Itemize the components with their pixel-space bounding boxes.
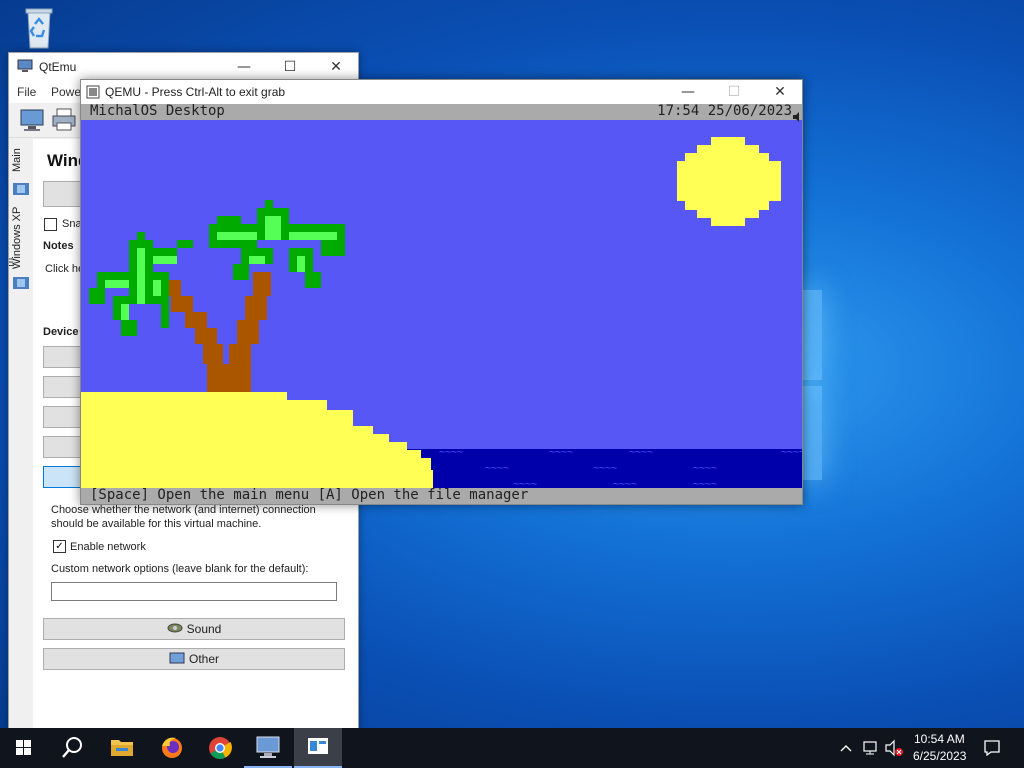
guest-scene [81, 137, 802, 488]
speaker-icon [167, 620, 183, 640]
notes-label: Notes [43, 240, 74, 252]
notes-text[interactable]: Click he [45, 263, 84, 275]
qemu-window: QEMU - Press Ctrl-Alt to exit grab — ☐ ✕… [80, 79, 803, 505]
maximize-button[interactable]: ☐ [267, 53, 313, 81]
desktop: QtEmu — ☐ ✕ File Power Main Windows XP E [0, 0, 1024, 768]
vm-icon [12, 181, 30, 197]
wave: ~~~~ [485, 463, 510, 474]
side-letter: E [9, 257, 14, 269]
sun-shape [677, 137, 781, 226]
start-icon[interactable] [0, 728, 48, 768]
other-button-label: Other [188, 652, 219, 666]
guest-screen[interactable]: MichalOS Desktop 17:54 25/06/2023 ~~~~ ~… [81, 104, 802, 504]
guest-clock: 17:54 25/06/2023 [657, 104, 792, 119]
firefox-icon[interactable] [148, 728, 196, 768]
taskbar-time[interactable]: 10:54 AM [914, 732, 965, 746]
custom-network-input[interactable] [51, 582, 337, 601]
snapshot-checkbox[interactable] [44, 218, 57, 231]
qtemu-taskbar-icon[interactable] [244, 728, 292, 768]
menu-file[interactable]: File [17, 85, 36, 99]
minimize-button[interactable]: — [221, 53, 267, 81]
guest-bottom-bar: [Space] Open the main menu [A] Open the … [81, 487, 802, 504]
vertical-tab-strip: Main Windows XP E [9, 139, 34, 729]
file-explorer-icon[interactable] [98, 728, 146, 768]
guest-top-bar: MichalOS Desktop 17:54 25/06/2023 [81, 104, 802, 122]
recycle-bin-icon[interactable] [14, 6, 64, 52]
qemu-minimize-button[interactable]: — [665, 80, 711, 104]
volume-muted-icon[interactable] [884, 739, 904, 757]
search-icon[interactable] [48, 728, 96, 768]
right-palm-leaves [209, 200, 345, 288]
notifications-icon[interactable] [982, 738, 1002, 758]
wave: ~~~~ [593, 463, 618, 474]
other-button[interactable]: Other [43, 648, 345, 670]
qemu-taskbar-icon[interactable] [294, 728, 342, 768]
enable-network-label: Enable network [70, 541, 146, 553]
chrome-icon[interactable] [196, 728, 244, 768]
snapshot-label: Sna [62, 218, 82, 230]
wave: ~~~~ [693, 463, 718, 474]
wave: ~~~~ [781, 447, 802, 458]
printer-icon[interactable] [51, 107, 77, 133]
qemu-close-button[interactable]: ✕ [757, 80, 802, 104]
qtemu-title: QtEmu [39, 60, 77, 74]
network-icon[interactable] [862, 739, 880, 757]
close-button[interactable]: ✕ [313, 53, 358, 81]
network-description-line1: Choose whether the network (and internet… [51, 504, 316, 516]
taskbar-date[interactable]: 6/25/2023 [913, 749, 966, 763]
network-description-line2: should be available for this virtual mac… [51, 518, 262, 530]
guest-speaker-icon [793, 107, 801, 122]
qemu-titlebar[interactable]: QEMU - Press Ctrl-Alt to exit grab — ☐ ✕ [81, 80, 802, 104]
sound-button-label: Sound [186, 622, 222, 636]
guest-help-text: [Space] Open the main menu [A] Open the … [90, 487, 529, 503]
qemu-app-icon [86, 85, 100, 99]
other-devices-icon [169, 650, 185, 670]
qemu-maximize-button[interactable]: ☐ [711, 80, 757, 104]
qtemu-app-icon [17, 59, 33, 73]
palm-trunk-shape [161, 272, 271, 392]
wave: ~~~~ [549, 447, 574, 458]
custom-network-label: Custom network options (leave blank for … [51, 563, 309, 575]
guest-desktop-title: MichalOS Desktop [90, 104, 225, 119]
tab-main[interactable]: Main [11, 147, 31, 173]
qtemu-titlebar[interactable]: QtEmu — ☐ ✕ [9, 53, 358, 81]
sound-button[interactable]: Sound [43, 618, 345, 640]
chevron-up-icon[interactable] [838, 740, 854, 756]
wave: ~~~~ [439, 447, 464, 458]
enable-network-checkbox[interactable]: ✓ [53, 540, 66, 553]
wave: ~~~~ [629, 447, 654, 458]
new-machine-icon[interactable] [19, 107, 45, 133]
vm-icon-2 [12, 275, 30, 291]
devices-label: Device [43, 326, 79, 338]
taskbar: 10:54 AM 6/25/2023 [0, 728, 1024, 768]
qemu-title: QEMU - Press Ctrl-Alt to exit grab [105, 85, 286, 99]
sand-shape [81, 392, 433, 488]
